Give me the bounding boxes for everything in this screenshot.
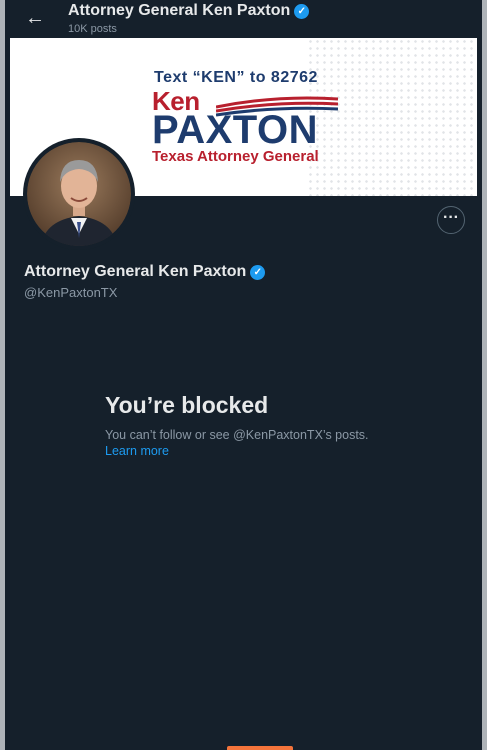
header-title: Attorney General Ken Paxton ✓ — [68, 2, 310, 20]
banner-text-line: Text “KEN” to 82762 — [154, 69, 318, 86]
blocked-title: You’re blocked — [105, 392, 269, 418]
bottom-indicator — [227, 746, 293, 750]
back-button[interactable]: ← — [22, 6, 48, 30]
verified-badge-icon: ✓ — [294, 3, 310, 19]
more-options-button[interactable]: ··· — [437, 206, 465, 234]
profile-handle: @KenPaxtonTX — [24, 285, 118, 300]
learn-more-link[interactable]: Learn more — [105, 444, 169, 458]
arrow-left-icon: ← — [25, 7, 45, 29]
portrait-photo — [27, 142, 131, 246]
banner-paxton: PAXTON — [152, 108, 318, 152]
profile-name: Attorney General Ken Paxton ✓ — [24, 263, 266, 281]
blocked-message: You can’t follow or see @KenPaxtonTX’s p… — [105, 428, 369, 442]
banner-dot-pattern — [307, 38, 477, 196]
top-header: ← Attorney General Ken Paxton ✓ 10K post… — [10, 0, 477, 38]
app-frame: ← Attorney General Ken Paxton ✓ 10K post… — [0, 0, 487, 750]
banner-subtitle: Texas Attorney General — [152, 148, 319, 165]
header-title-text: Attorney General Ken Paxton — [68, 2, 291, 19]
avatar[interactable] — [23, 138, 135, 250]
verified-badge-icon: ✓ — [250, 264, 266, 280]
more-options-icon: ··· — [443, 209, 459, 226]
posts-count: 10K posts — [68, 23, 117, 35]
profile-name-text: Attorney General Ken Paxton — [24, 263, 247, 280]
